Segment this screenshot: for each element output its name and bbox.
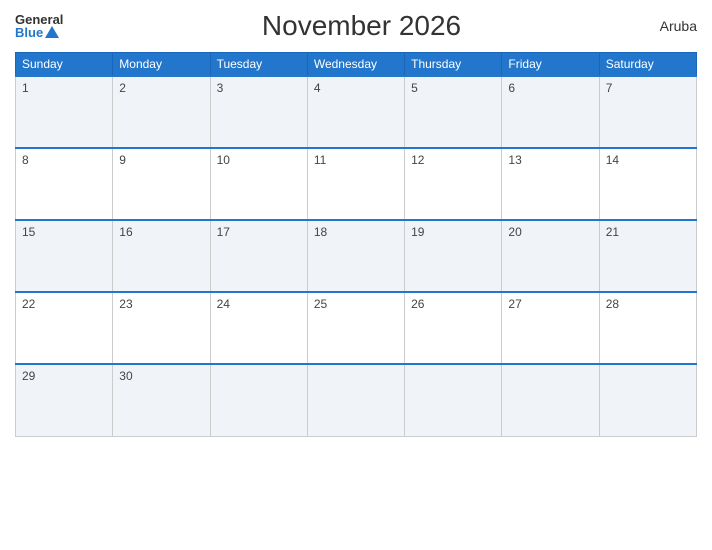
calendar-container: General Blue November 2026 Aruba Sunday … [0, 0, 712, 550]
day-cell: 19 [405, 220, 502, 292]
calendar-grid: Sunday Monday Tuesday Wednesday Thursday… [15, 52, 697, 437]
logo-blue-text: Blue [15, 26, 63, 39]
day-cell: 23 [113, 292, 210, 364]
day-cell: 8 [16, 148, 113, 220]
day-cell: 5 [405, 76, 502, 148]
calendar-header: General Blue November 2026 Aruba [15, 10, 697, 42]
logo-triangle-icon [45, 26, 59, 38]
header-monday: Monday [113, 53, 210, 77]
day-cell: 2 [113, 76, 210, 148]
day-cell: 7 [599, 76, 696, 148]
header-sunday: Sunday [16, 53, 113, 77]
day-cell [210, 364, 307, 436]
day-cell: 18 [307, 220, 404, 292]
header-wednesday: Wednesday [307, 53, 404, 77]
header-friday: Friday [502, 53, 599, 77]
week-row-4: 22 23 24 25 26 27 28 [16, 292, 697, 364]
week-row-2: 8 9 10 11 12 13 14 [16, 148, 697, 220]
day-cell: 6 [502, 76, 599, 148]
day-cell: 4 [307, 76, 404, 148]
day-cell: 29 [16, 364, 113, 436]
days-header-row: Sunday Monday Tuesday Wednesday Thursday… [16, 53, 697, 77]
calendar-title: November 2026 [262, 10, 461, 42]
day-cell: 13 [502, 148, 599, 220]
day-cell: 3 [210, 76, 307, 148]
day-cell: 30 [113, 364, 210, 436]
day-cell: 11 [307, 148, 404, 220]
country-label: Aruba [660, 18, 697, 34]
day-cell [599, 364, 696, 436]
day-cell: 21 [599, 220, 696, 292]
day-cell: 25 [307, 292, 404, 364]
day-cell: 22 [16, 292, 113, 364]
day-cell: 26 [405, 292, 502, 364]
day-cell: 24 [210, 292, 307, 364]
header-tuesday: Tuesday [210, 53, 307, 77]
day-cell [405, 364, 502, 436]
day-cell: 12 [405, 148, 502, 220]
day-cell: 16 [113, 220, 210, 292]
day-cell: 27 [502, 292, 599, 364]
day-cell [502, 364, 599, 436]
header-saturday: Saturday [599, 53, 696, 77]
week-row-1: 1 2 3 4 5 6 7 [16, 76, 697, 148]
day-cell [307, 364, 404, 436]
header-thursday: Thursday [405, 53, 502, 77]
day-cell: 14 [599, 148, 696, 220]
day-cell: 15 [16, 220, 113, 292]
logo: General Blue [15, 13, 63, 39]
day-cell: 10 [210, 148, 307, 220]
day-cell: 28 [599, 292, 696, 364]
week-row-5: 29 30 [16, 364, 697, 436]
day-cell: 1 [16, 76, 113, 148]
day-cell: 9 [113, 148, 210, 220]
day-cell: 17 [210, 220, 307, 292]
day-cell: 20 [502, 220, 599, 292]
week-row-3: 15 16 17 18 19 20 21 [16, 220, 697, 292]
